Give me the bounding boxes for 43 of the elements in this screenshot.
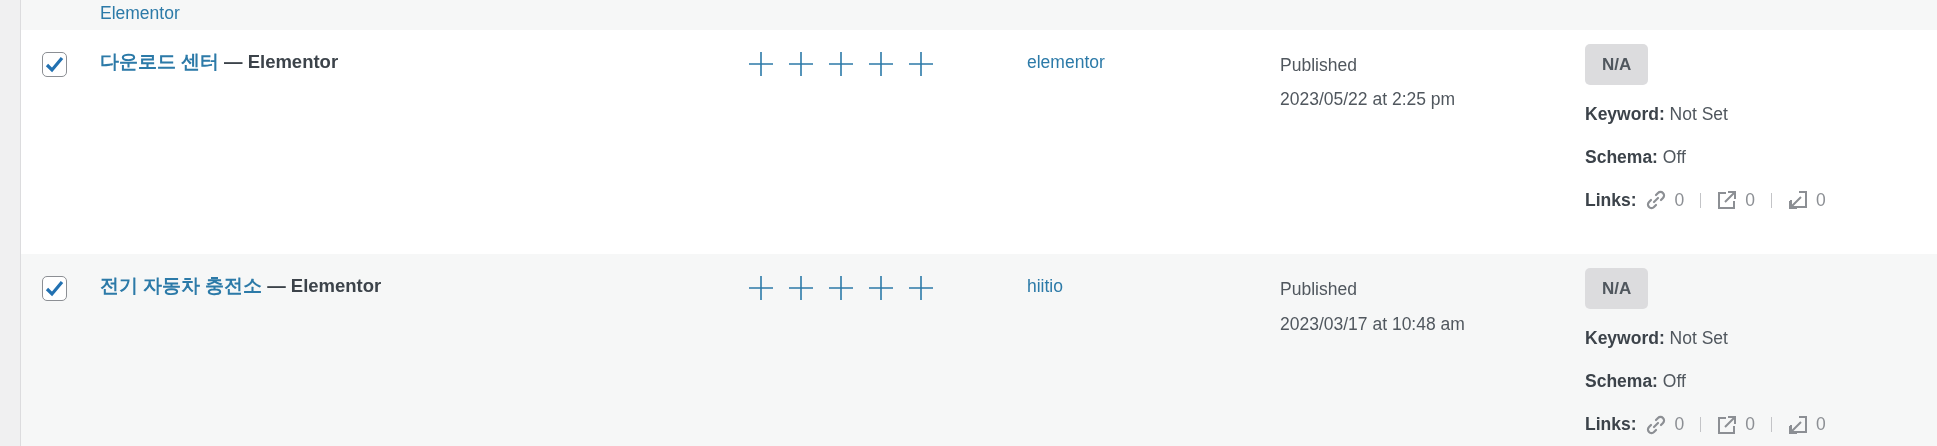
- schema-status: Schema: Off: [1585, 371, 1686, 392]
- seo-score-button[interactable]: N/A: [1585, 43, 1649, 85]
- external-link-count: 0: [1745, 413, 1755, 437]
- link-icon: [1644, 413, 1667, 436]
- plus-icon: [748, 50, 774, 77]
- keyword-status: Keyword: Not Set: [1585, 328, 1728, 349]
- internal-link-count: 0: [1674, 413, 1685, 437]
- link-icon: [1644, 189, 1667, 212]
- plus-icon: [868, 50, 894, 77]
- author-link[interactable]: hiitio: [1027, 276, 1063, 297]
- incoming-link-icon: [1788, 190, 1808, 211]
- title-suffix: — Elementor: [267, 275, 382, 297]
- external-link-icon: [1717, 190, 1738, 211]
- plus-icon: [908, 50, 934, 77]
- checkbox[interactable]: [42, 276, 67, 302]
- plus-icon: [748, 275, 774, 302]
- plus-icon: [788, 275, 814, 302]
- external-link-icon: [1717, 414, 1738, 435]
- incoming-link-count: 0: [1816, 413, 1826, 437]
- plus-icon: [908, 275, 934, 302]
- plus-icon: [828, 50, 854, 77]
- plus-icon: [868, 275, 894, 302]
- plus-icon: [828, 275, 854, 302]
- external-link-count: 0: [1745, 188, 1755, 212]
- title-suffix: — Elementor: [224, 50, 339, 72]
- post-status: Published: [1280, 53, 1358, 77]
- plus-icon: [788, 50, 814, 77]
- post-status: Published: [1280, 278, 1358, 302]
- incoming-link-count: 0: [1816, 188, 1826, 212]
- internal-link-count: 0: [1674, 188, 1685, 212]
- checkbox[interactable]: [42, 51, 67, 77]
- title-link[interactable]: 전기 자동차 충전소: [100, 275, 263, 297]
- incoming-link-icon: [1788, 414, 1808, 435]
- title-link[interactable]: Elementor: [100, 5, 180, 23]
- schema-status: Schema: Off: [1585, 146, 1686, 167]
- author-link[interactable]: elementor: [1027, 51, 1105, 72]
- seo-score-button[interactable]: N/A: [1585, 268, 1649, 310]
- title-link[interactable]: 다운로드 센터: [100, 50, 220, 72]
- keyword-status: Keyword: Not Set: [1585, 103, 1728, 124]
- links-label: Links:: [1585, 188, 1637, 212]
- links-label: Links:: [1585, 413, 1637, 437]
- post-date: 2023/03/17 at 10:48 am: [1280, 312, 1466, 336]
- post-date: 2023/05/22 at 2:25 pm: [1280, 88, 1457, 112]
